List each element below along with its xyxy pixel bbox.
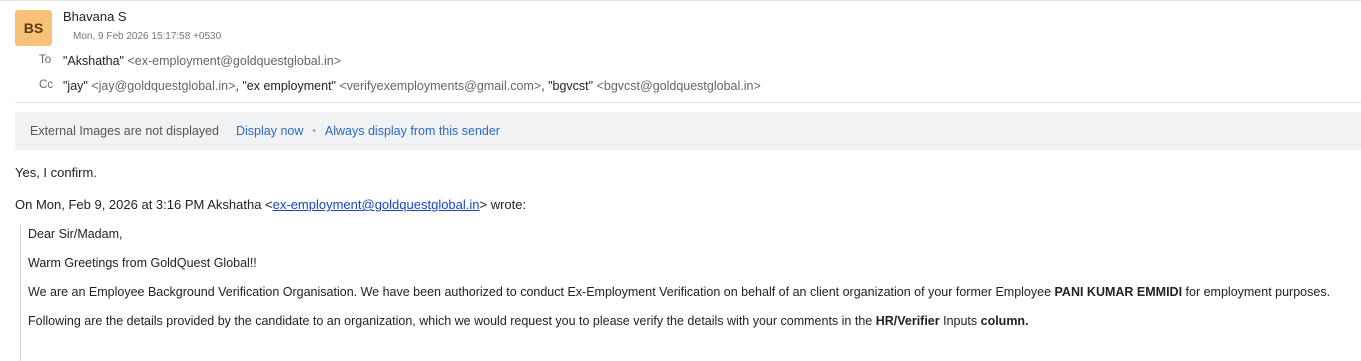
recipient[interactable]: "ex employment" <verifyexemployments@gma… bbox=[242, 79, 541, 93]
cc-label: Cc bbox=[39, 79, 54, 91]
header-body-divider bbox=[15, 102, 1361, 103]
recipient[interactable]: "jay" <jay@goldquestglobal.in> bbox=[63, 79, 235, 93]
employee-name: PANI KUMAR EMMIDI bbox=[1054, 285, 1183, 299]
recipient[interactable]: "bgvcst" <bgvcst@goldquestglobal.in> bbox=[548, 79, 761, 93]
quoted-greeting: Dear Sir/Madam, bbox=[28, 227, 123, 241]
quoted-paragraph-1: We are an Employee Background Verificati… bbox=[28, 285, 1331, 299]
external-images-text: External Images are not displayed bbox=[30, 124, 219, 138]
avatar: BS bbox=[15, 10, 52, 46]
recipient[interactable]: "Akshatha" <ex-employment@goldquestgloba… bbox=[63, 54, 341, 68]
quoted-paragraph-2: Following are the details provided by th… bbox=[28, 314, 1029, 328]
external-images-banner: External Images are not displayed Displa… bbox=[15, 112, 1361, 150]
sent-date: Mon, 9 Feb 2026 15:17:58 +0530 bbox=[73, 31, 222, 42]
always-display-link[interactable]: Always display from this sender bbox=[325, 124, 500, 138]
quote-attribution: On Mon, Feb 9, 2026 at 3:16 PM Akshatha … bbox=[15, 197, 527, 212]
cc-recipients: "jay" <jay@goldquestglobal.in>, "ex empl… bbox=[63, 79, 761, 93]
quoted-warm-greeting: Warm Greetings from GoldQuest Global!! bbox=[28, 256, 257, 270]
bullet-separator: • bbox=[312, 125, 316, 137]
quoted-email-link[interactable]: ex-employment@goldquestglobal.in bbox=[273, 197, 480, 212]
header-divider bbox=[0, 0, 1361, 1]
reply-text: Yes, I confirm. bbox=[15, 165, 97, 180]
sender-name[interactable]: Bhavana S bbox=[63, 9, 127, 24]
to-recipients: "Akshatha" <ex-employment@goldquestgloba… bbox=[63, 54, 341, 68]
display-now-link[interactable]: Display now bbox=[236, 124, 303, 138]
to-label: To bbox=[39, 54, 52, 66]
quote-bar bbox=[20, 225, 21, 361]
